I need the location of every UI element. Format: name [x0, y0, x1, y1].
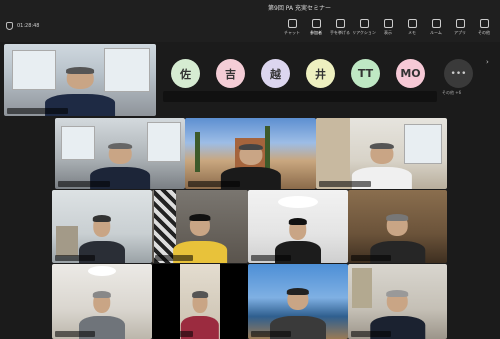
- raise-hand-button[interactable]: 手を挙げる: [328, 17, 352, 41]
- name-label: [55, 331, 95, 337]
- name-label: [58, 181, 110, 187]
- meeting-toolbar: チャット 参加者 手を挙げる リアクション 表示 メモ ルーム アプリ その他: [280, 17, 496, 41]
- participant-avatar[interactable]: MO: [396, 59, 425, 88]
- meeting-top-bar: 第9回 PA 充実セミナー 01:28:48 チャット 参加者 手を挙げる リア…: [0, 0, 500, 42]
- caption-bar: [163, 91, 437, 102]
- video-tile[interactable]: [52, 264, 152, 339]
- shield-icon: [6, 22, 13, 30]
- more-participants-label: その他 +6: [442, 90, 462, 95]
- video-tile[interactable]: [348, 190, 447, 263]
- reaction-icon: [359, 19, 369, 28]
- chat-button[interactable]: チャット: [280, 17, 304, 41]
- name-label: [351, 255, 391, 261]
- notes-button[interactable]: メモ: [400, 17, 424, 41]
- elapsed-time: 01:28:48: [17, 23, 40, 29]
- video-tile[interactable]: [55, 118, 185, 189]
- name-label: [251, 331, 291, 337]
- apps-button[interactable]: アプリ: [448, 17, 472, 41]
- video-tile[interactable]: [152, 264, 248, 339]
- name-label: [188, 181, 241, 187]
- video-tile[interactable]: [248, 190, 348, 263]
- name-label: [7, 108, 68, 114]
- name-label: [155, 331, 194, 337]
- participant-avatar[interactable]: 井: [306, 59, 335, 88]
- meeting-timer: 01:28:48: [6, 22, 39, 30]
- video-tile[interactable]: [152, 190, 248, 263]
- meeting-title: 第9回 PA 充実セミナー: [268, 5, 331, 12]
- video-tile[interactable]: [348, 264, 447, 339]
- participants-button[interactable]: 参加者: [304, 17, 328, 41]
- video-tile[interactable]: [185, 118, 316, 189]
- participant-avatar[interactable]: 吉: [216, 59, 245, 88]
- view-button[interactable]: 表示: [376, 17, 400, 41]
- name-label: [351, 331, 391, 337]
- participant-avatar[interactable]: 佐: [171, 59, 200, 88]
- video-tile-self[interactable]: [4, 44, 156, 116]
- name-label: [55, 255, 95, 261]
- raise-hand-icon: [335, 19, 345, 28]
- name-label: [319, 181, 372, 187]
- participant-avatar[interactable]: TT: [351, 59, 380, 88]
- more-participants-button[interactable]: •••: [444, 59, 473, 88]
- more-icon: [479, 19, 489, 28]
- apps-icon: [455, 19, 465, 28]
- name-label: [155, 255, 194, 261]
- chevron-right-icon[interactable]: ›: [486, 58, 496, 70]
- chat-icon: [287, 19, 297, 28]
- video-tile[interactable]: [316, 118, 447, 189]
- video-tile[interactable]: [248, 264, 348, 339]
- people-icon: [311, 19, 321, 28]
- reaction-button[interactable]: リアクション: [352, 17, 376, 41]
- rooms-button[interactable]: ルーム: [424, 17, 448, 41]
- notes-icon: [407, 19, 417, 28]
- more-options-button[interactable]: その他: [472, 17, 496, 41]
- rooms-icon: [431, 19, 441, 28]
- video-tile[interactable]: [52, 190, 152, 263]
- view-icon: [383, 19, 393, 28]
- participant-avatar[interactable]: 越: [261, 59, 290, 88]
- name-label: [251, 255, 291, 261]
